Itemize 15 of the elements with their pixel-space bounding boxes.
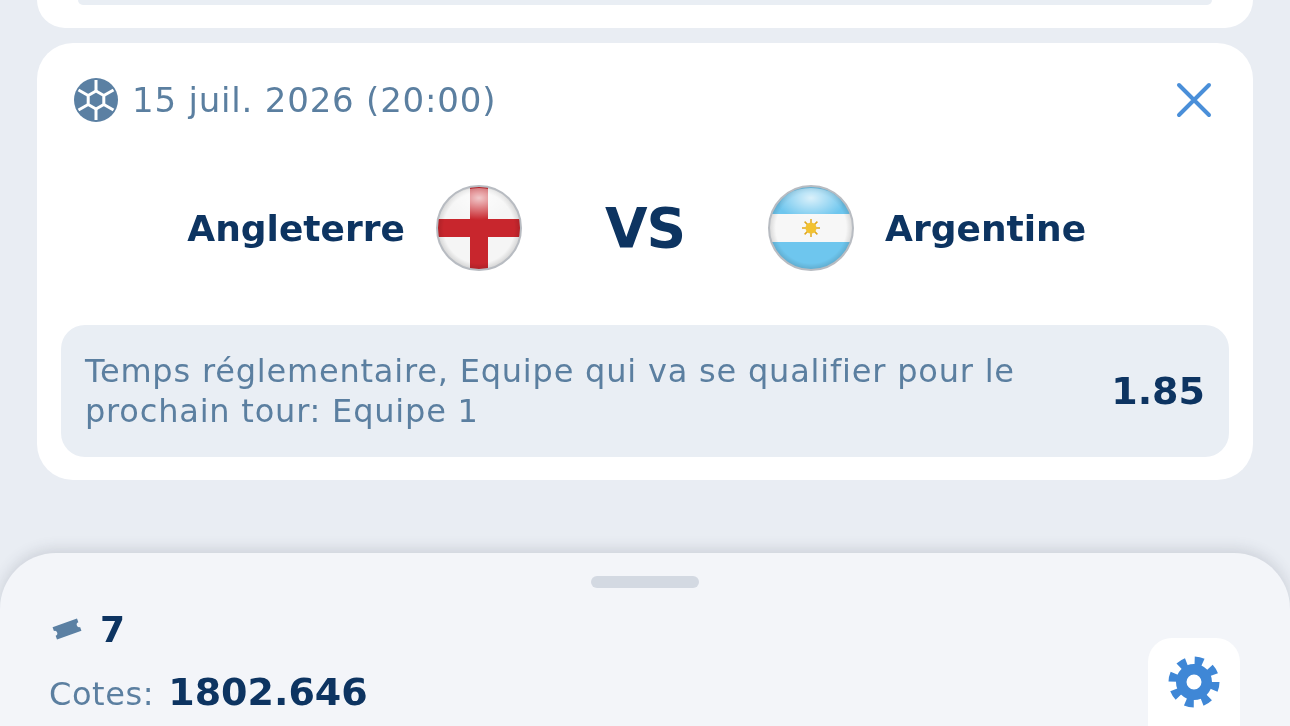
team-name: Argentine xyxy=(885,207,1087,249)
drag-handle[interactable] xyxy=(591,576,699,588)
bet-count: 7 xyxy=(100,608,126,650)
settings-icon xyxy=(1167,655,1221,709)
team-name: Angleterre xyxy=(187,207,405,249)
selection-odds: 1.85 xyxy=(1111,369,1205,413)
odds-label: Cotes: xyxy=(49,675,155,713)
selection-text: Temps réglementaire, Equipe qui va se qualifier pour le prochain tour: Equipe 1 xyxy=(85,351,1016,431)
close-button[interactable] xyxy=(1176,82,1212,118)
total-odds: 1802.646 xyxy=(168,670,368,714)
versus-label: VS xyxy=(604,200,686,256)
soccer-ball-icon xyxy=(74,78,118,122)
close-icon xyxy=(1176,82,1212,118)
match-date: 15 juil. 2026 (20:00) xyxy=(132,80,497,120)
settings-button[interactable] xyxy=(1148,638,1240,726)
